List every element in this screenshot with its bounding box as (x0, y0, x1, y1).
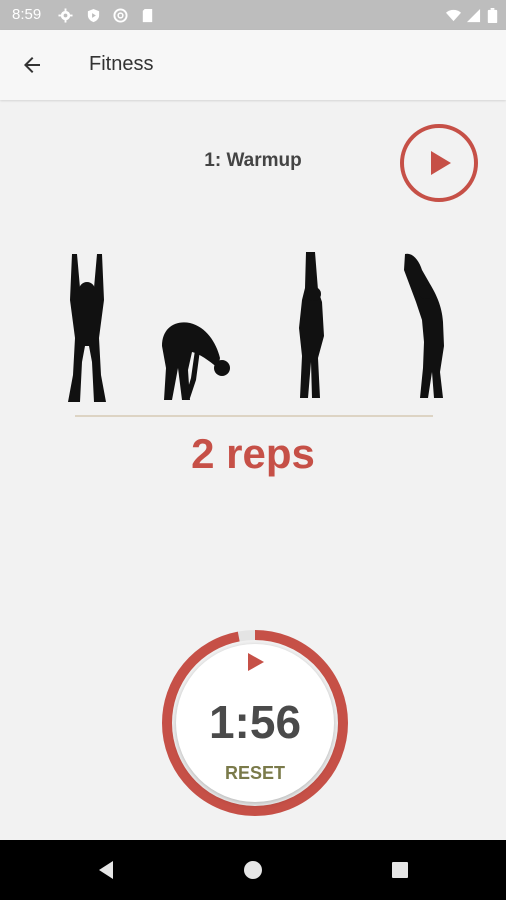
back-button[interactable] (14, 47, 50, 83)
page-title: Fitness (89, 53, 154, 75)
recents-square-icon[interactable] (388, 858, 412, 882)
wifi-icon (446, 9, 461, 22)
at-sign-icon (113, 8, 128, 23)
play-exercise-button[interactable] (400, 124, 478, 202)
timer-play-icon[interactable] (245, 652, 265, 672)
reps-count: 2 reps (191, 430, 315, 477)
exercise-panel: 1: Warmup 2 reps 1:56 RESET (0, 100, 506, 840)
battery-icon (487, 8, 498, 23)
sd-card-icon (142, 8, 153, 23)
app-bar: Fitness (0, 30, 506, 100)
play-icon (431, 151, 451, 175)
arms-raised-side-figure (299, 252, 324, 398)
reset-button[interactable]: RESET (205, 763, 305, 784)
forward-bend-figure (162, 322, 230, 400)
timer: 1:56 RESET (160, 628, 350, 818)
arms-raised-front-figure (68, 254, 106, 402)
shield-icon (87, 8, 100, 23)
divider (75, 415, 433, 417)
system-nav-bar (0, 840, 506, 900)
gear-icon (58, 8, 73, 23)
back-triangle-icon[interactable] (94, 858, 118, 882)
status-bar: 8:59 (0, 0, 506, 30)
home-circle-icon[interactable] (241, 858, 265, 882)
back-bend-side-figure (404, 253, 444, 398)
timer-value: 1:56 (208, 696, 302, 748)
status-time: 8:59 (12, 6, 42, 23)
arrow-left-icon (24, 57, 40, 73)
cellular-icon (466, 8, 481, 23)
exercise-illustration (68, 252, 444, 402)
